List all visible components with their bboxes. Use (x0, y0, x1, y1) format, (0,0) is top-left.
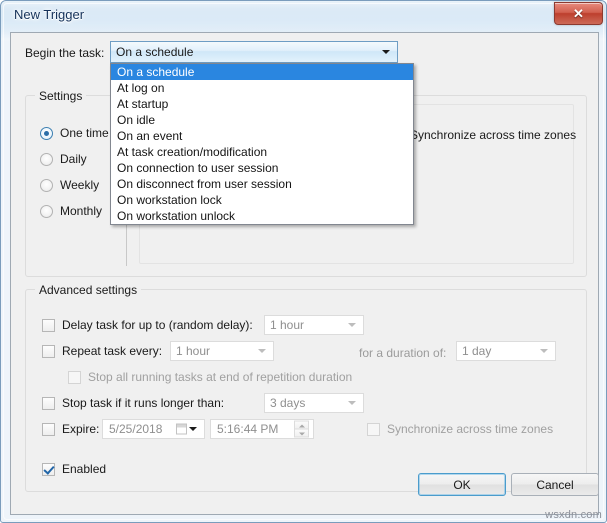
repeat-duration-combobox[interactable]: 1 day (456, 341, 556, 361)
checkbox-repeat-task[interactable]: Repeat task every: (42, 344, 162, 358)
checkbox-repeat-task-indicator (42, 344, 55, 358)
dropdown-item-on-idle[interactable]: On idle (111, 112, 413, 128)
advanced-settings-caption: Advanced settings (35, 283, 142, 297)
repeat-duration-value: 1 day (462, 344, 492, 358)
checkbox-sync-across-time-zones[interactable]: Synchronize across time zones (367, 422, 553, 436)
radio-one-time-label: One time (60, 126, 109, 140)
checkbox-enabled-indicator (42, 462, 55, 476)
checkbox-sync-across-time-zones-label: Synchronize across time zones (387, 422, 554, 436)
stop-task-duration-combobox[interactable]: 3 days (264, 393, 364, 413)
chevron-down-icon (189, 427, 197, 431)
chevron-down-icon (348, 323, 356, 327)
radio-monthly-label: Monthly (60, 204, 103, 218)
dropdown-item-at-task-creation-modification[interactable]: At task creation/modification (111, 144, 413, 160)
checkbox-expire[interactable]: Expire: (42, 422, 99, 436)
settings-caption: Settings (35, 89, 87, 103)
chevron-down-icon (382, 50, 390, 54)
begin-task-label: Begin the task: (25, 46, 105, 60)
checkbox-stop-all-running-tasks[interactable]: Stop all running tasks at end of repetit… (68, 370, 352, 384)
radio-one-time[interactable]: One time (40, 126, 109, 140)
checkbox-expire-indicator (42, 422, 55, 436)
cancel-button[interactable]: Cancel (511, 473, 599, 496)
time-spinner[interactable] (294, 420, 309, 438)
checkbox-sync-across-time-zones-indicator (367, 422, 380, 436)
begin-task-selected-value: On a schedule (116, 45, 194, 59)
settings-sync-time-zones-label: Synchronize across time zones (410, 128, 577, 142)
ok-button[interactable]: OK (418, 473, 506, 496)
radio-one-time-indicator (40, 126, 53, 140)
close-icon: ✕ (573, 6, 584, 21)
checkbox-stop-task-if-longer-label: Stop task if it runs longer than: (62, 396, 225, 410)
checkbox-stop-all-running-tasks-label: Stop all running tasks at end of repetit… (88, 370, 353, 384)
radio-daily-label: Daily (60, 152, 87, 166)
dropdown-item-on-workstation-lock[interactable]: On workstation lock (111, 192, 413, 208)
checkbox-delay-task-label: Delay task for up to (random delay): (62, 318, 253, 332)
repeat-duration-label: for a duration of: (359, 346, 447, 360)
radio-monthly-indicator (40, 204, 53, 218)
radio-weekly[interactable]: Weekly (40, 178, 99, 192)
radio-weekly-label: Weekly (60, 178, 100, 192)
checkbox-enabled-label: Enabled (62, 462, 107, 476)
chevron-down-icon (348, 401, 356, 405)
close-button[interactable]: ✕ (554, 2, 603, 25)
radio-monthly[interactable]: Monthly (40, 204, 102, 218)
expire-time-picker[interactable]: 5:16:44 PM (210, 419, 314, 439)
radio-daily-indicator (40, 152, 53, 166)
advanced-settings-groupbox: Advanced settings Delay task for up to (… (25, 283, 587, 492)
expire-time-value: 5:16:44 PM (217, 422, 279, 436)
dropdown-item-at-log-on[interactable]: At log on (111, 80, 413, 96)
spinner-down-icon[interactable] (294, 429, 309, 438)
begin-task-dropdown-list[interactable]: On a schedule At log on At startup On id… (110, 63, 414, 225)
dropdown-item-on-disconnect-from-user-session[interactable]: On disconnect from user session (111, 176, 413, 192)
chevron-down-icon (540, 349, 548, 353)
dropdown-item-on-connection-to-user-session[interactable]: On connection to user session (111, 160, 413, 176)
radio-weekly-indicator (40, 178, 53, 192)
expire-date-picker[interactable]: 5/25/2018 (102, 419, 205, 439)
checkbox-enabled[interactable]: Enabled (42, 462, 106, 476)
checkbox-stop-task-if-longer-indicator (42, 396, 55, 410)
dropdown-item-on-an-event[interactable]: On an event (111, 128, 413, 144)
checkbox-delay-task[interactable]: Delay task for up to (random delay): (42, 318, 253, 332)
dropdown-item-at-startup[interactable]: At startup (111, 96, 413, 112)
begin-task-combobox[interactable]: On a schedule (110, 41, 398, 63)
delay-task-duration-combobox[interactable]: 1 hour (264, 315, 364, 335)
delay-task-duration-value: 1 hour (270, 318, 305, 332)
spinner-up-icon[interactable] (294, 420, 309, 430)
checkbox-expire-label: Expire: (62, 422, 100, 436)
repeat-interval-combobox[interactable]: 1 hour (170, 341, 274, 361)
repeat-interval-value: 1 hour (176, 344, 211, 358)
chevron-down-icon (258, 349, 266, 353)
title-bar: New Trigger ✕ (1, 1, 607, 33)
radio-daily[interactable]: Daily (40, 152, 87, 166)
new-trigger-window: New Trigger ✕ Begin the task: On a sched… (0, 0, 607, 523)
watermark: wsxdn.com (545, 509, 602, 521)
calendar-icon (176, 423, 187, 435)
expire-date-value: 5/25/2018 (109, 422, 163, 436)
checkbox-stop-all-running-tasks-indicator (68, 370, 81, 384)
dialog-client-area: Begin the task: On a schedule Settings O… (10, 32, 599, 515)
stop-task-duration-value: 3 days (270, 396, 306, 410)
checkbox-delay-task-indicator (42, 318, 55, 332)
window-title: New Trigger (14, 7, 85, 22)
dropdown-item-on-workstation-unlock[interactable]: On workstation unlock (111, 208, 413, 224)
checkbox-stop-task-if-longer[interactable]: Stop task if it runs longer than: (42, 396, 224, 410)
checkbox-repeat-task-label: Repeat task every: (62, 344, 163, 358)
dropdown-item-on-a-schedule[interactable]: On a schedule (111, 64, 413, 80)
